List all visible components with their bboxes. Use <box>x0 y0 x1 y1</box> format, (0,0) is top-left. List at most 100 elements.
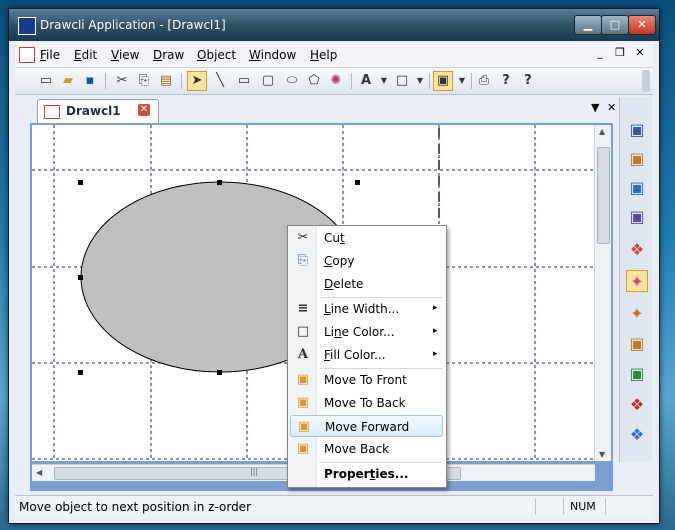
mdi-minimize-button[interactable]: _ <box>593 46 607 60</box>
context-item-label: Move Forward <box>325 420 410 434</box>
polygon-icon[interactable]: ⬠ <box>305 72 323 90</box>
context-item-label: Fill Color... <box>324 348 386 362</box>
status-text: Move object to next position in z-order <box>19 500 251 514</box>
select-arrow-icon[interactable]: ➤ <box>187 71 207 91</box>
context-item-move-forward[interactable]: ▣ Move Forward <box>290 415 443 437</box>
context-item-label: Move To Front <box>324 373 407 387</box>
tab-drawcl1[interactable]: Drawcl1 ✕ <box>37 99 159 124</box>
cut-icon[interactable]: ✂ <box>113 72 131 90</box>
save-icon[interactable]: ▪ <box>81 72 99 90</box>
shape-outline-icon[interactable]: ✺ <box>327 72 345 90</box>
mdi-restore-button[interactable]: ❐ <box>613 46 627 60</box>
toolbar-separator <box>181 73 182 89</box>
ellipse-icon[interactable]: ⬭ <box>283 72 301 90</box>
menu-window[interactable]: Window <box>249 48 296 62</box>
rectangle-icon[interactable]: ▭ <box>235 72 253 90</box>
style-vs2005-icon[interactable]: ▣ <box>626 206 648 228</box>
document-menu-icon[interactable] <box>19 47 35 63</box>
submenu-arrow-icon: ▸ <box>433 349 438 359</box>
chevron-down-icon[interactable]: ▼ <box>411 72 429 90</box>
toolbar-separator <box>105 73 106 89</box>
toolbar-separator <box>429 73 430 89</box>
context-item-delete[interactable]: Delete <box>290 273 443 295</box>
fill-color-icon: A <box>297 347 309 362</box>
context-item-label: Line Width... <box>324 302 400 316</box>
context-item-move-to-back[interactable]: ▣ Move To Back <box>290 392 443 414</box>
status-cell-scrl <box>605 498 652 515</box>
style-blue-icon[interactable]: ▣ <box>626 363 648 385</box>
menu-edit[interactable]: Edit <box>74 48 97 62</box>
submenu-arrow-icon: ▸ <box>433 326 438 336</box>
chevron-down-icon[interactable]: ▼ <box>453 72 471 90</box>
frame-icon[interactable]: ▣ <box>433 71 453 91</box>
context-item-line-width[interactable]: ≡ Line Width... ▸ <box>290 298 443 320</box>
menu-bar: File Edit View Draw Object Window Help _… <box>15 43 653 68</box>
title-bar[interactable]: Drawcli Application - [Drawcl1] ▁ □ ✕ <box>9 9 659 41</box>
new-icon[interactable]: ▭ <box>37 72 55 90</box>
rounded-rectangle-icon[interactable]: ▢ <box>259 72 277 90</box>
menu-file[interactable]: File <box>40 48 60 62</box>
minimize-button[interactable]: ▁ <box>574 15 602 35</box>
context-item-label: Copy <box>324 254 355 268</box>
main-toolbar: ▭ ▰ ▪ ✂ ⎘ ▤ ➤ ╲ ▭ ▢ ⬭ ⬠ ✺ A ▼ □ ▼ ▣ ▼ ⎙ … <box>15 68 653 95</box>
context-item-line-color[interactable]: □ Line Color... ▸ <box>290 321 443 343</box>
style-office-xp-icon[interactable]: ▣ <box>626 148 648 170</box>
move-back-icon: ▣ <box>296 441 310 456</box>
scroll-thumb-grip: ||| <box>250 467 259 476</box>
print-icon[interactable]: ⎙ <box>475 72 493 90</box>
mdi-close-button[interactable]: ✕ <box>633 46 647 60</box>
app-icon[interactable] <box>18 17 36 35</box>
move-to-front-icon: ▣ <box>296 372 310 387</box>
context-menu: ✂ Cut ⎘ Copy Delete ≡ Line Width... ▸ □ … <box>287 225 447 488</box>
tab-close-icon[interactable]: ✕ <box>138 104 150 116</box>
open-icon[interactable]: ▰ <box>59 72 77 90</box>
style-office-2007-icon[interactable]: ✦ <box>626 270 648 292</box>
style-office-2000-icon[interactable]: ▣ <box>626 119 648 141</box>
context-item-move-back[interactable]: ▣ Move Back <box>290 438 443 460</box>
context-item-move-to-front[interactable]: ▣ Move To Front <box>290 369 443 391</box>
style-black-icon[interactable]: ❖ <box>626 394 648 416</box>
style-windows-xp-icon[interactable]: ❖ <box>626 239 648 261</box>
style-office-2007-alt-icon[interactable]: ✦ <box>626 303 648 325</box>
close-button[interactable]: ✕ <box>628 15 656 35</box>
context-help-icon[interactable]: ? <box>519 72 537 90</box>
scroll-down-icon[interactable]: ▼ <box>599 450 605 459</box>
context-item-label: Move Back <box>324 442 390 456</box>
context-item-label: Cut <box>324 231 345 245</box>
copy-icon[interactable]: ⎘ <box>135 72 153 90</box>
menu-object[interactable]: Object <box>197 48 236 62</box>
status-bar: Move object to next position in z-order … <box>15 495 653 518</box>
style-office-2003-icon[interactable]: ▣ <box>626 177 648 199</box>
menu-draw[interactable]: Draw <box>153 48 184 62</box>
tab-close-button[interactable]: ✕ <box>607 101 616 114</box>
maximize-button[interactable]: □ <box>601 15 629 35</box>
context-item-copy[interactable]: ⎘ Copy <box>290 250 443 272</box>
style-silver-icon[interactable]: ❖ <box>626 424 648 446</box>
style-vs2008-icon[interactable]: ▣ <box>626 333 648 355</box>
paste-icon[interactable]: ▤ <box>157 72 175 90</box>
chevron-down-icon[interactable]: ▼ <box>375 72 393 90</box>
line-color-icon[interactable]: □ <box>393 72 411 90</box>
toolbar-overflow-grip[interactable] <box>642 70 650 92</box>
line-color-icon: □ <box>296 324 310 339</box>
scroll-up-icon[interactable]: ▲ <box>599 127 605 136</box>
move-to-back-icon: ▣ <box>296 395 310 410</box>
font-icon[interactable]: A <box>357 72 375 90</box>
context-item-properties[interactable]: Properties... <box>290 463 443 485</box>
tab-title: Drawcl1 <box>66 104 121 118</box>
menu-help[interactable]: Help <box>310 48 337 62</box>
vertical-scroll-thumb[interactable] <box>597 147 610 244</box>
line-icon[interactable]: ╲ <box>211 72 229 90</box>
context-item-label: Move To Back <box>324 396 406 410</box>
vertical-scrollbar[interactable]: ▲ ▼ <box>594 125 611 461</box>
menu-view[interactable]: View <box>111 48 139 62</box>
context-item-fill-color[interactable]: A Fill Color... ▸ <box>290 344 443 366</box>
submenu-arrow-icon: ▸ <box>433 303 438 313</box>
document-tab-strip: Drawcl1 ✕ ▼ ✕ <box>15 97 616 124</box>
toolbar-separator <box>351 73 352 89</box>
status-num: NUM <box>563 498 606 515</box>
help-icon[interactable]: ? <box>497 72 515 90</box>
scroll-left-icon[interactable]: ◀ <box>36 468 42 477</box>
tab-dropdown-button[interactable]: ▼ <box>591 101 599 114</box>
context-item-cut[interactable]: ✂ Cut <box>290 227 443 249</box>
